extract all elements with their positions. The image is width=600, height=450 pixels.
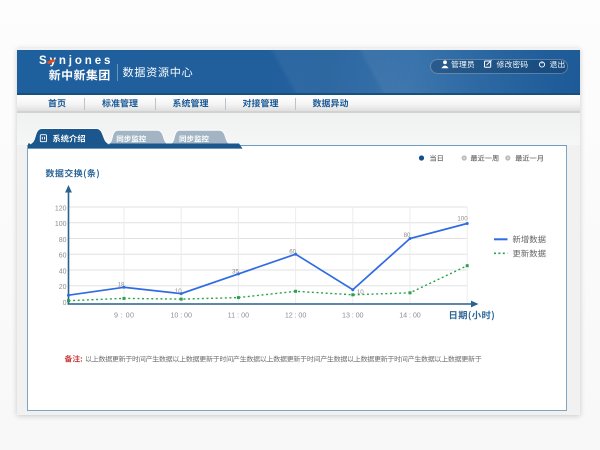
svg-text:10 : 00: 10 : 00 [170, 310, 192, 319]
svg-text:10: 10 [175, 288, 182, 295]
svg-text:100: 100 [55, 221, 67, 228]
svg-text:20: 20 [59, 284, 67, 291]
svg-text:18: 18 [118, 282, 125, 289]
svg-text:80: 80 [404, 232, 411, 239]
svg-text:11 : 00: 11 : 00 [228, 310, 250, 319]
svg-text:9 : 00: 9 : 00 [114, 310, 134, 319]
svg-text:14 : 00: 14 : 00 [399, 310, 421, 319]
svg-text:100: 100 [457, 216, 468, 223]
svg-text:13 : 00: 13 : 00 [342, 310, 364, 319]
svg-text:10: 10 [357, 289, 364, 296]
svg-text:60: 60 [59, 253, 67, 260]
svg-text:120: 120 [55, 205, 67, 212]
svg-text:35: 35 [232, 268, 239, 275]
svg-text:0: 0 [63, 300, 67, 307]
svg-text:60: 60 [289, 249, 296, 256]
svg-text:12 : 00: 12 : 00 [285, 310, 307, 319]
svg-text:40: 40 [59, 268, 67, 275]
svg-text:80: 80 [59, 237, 67, 244]
